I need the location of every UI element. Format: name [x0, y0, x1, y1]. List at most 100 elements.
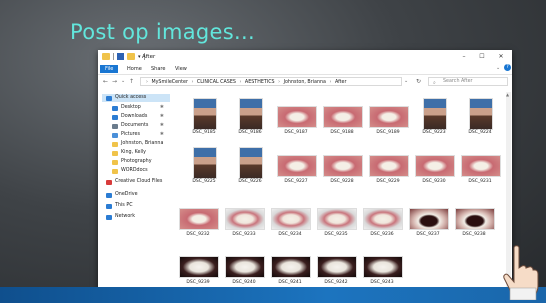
file-name: DSC_9224 [468, 130, 492, 135]
breadcrumb-item[interactable]: Johnston, Brianna [284, 80, 326, 85]
close-button[interactable]: ✕ [493, 53, 509, 60]
forward-button[interactable]: → [112, 78, 117, 85]
file-name: DSC_9241 [278, 280, 302, 285]
maximize-button[interactable]: ☐ [474, 53, 490, 60]
breadcrumb-item[interactable]: MySmileCenter [151, 80, 187, 85]
photo-thumbnail-image [369, 106, 409, 128]
file-name: DSC_9239 [186, 280, 210, 285]
sidebar-item[interactable]: WORDdocs [112, 167, 148, 175]
sidebar-item-label: Quick access [115, 95, 147, 100]
breadcrumb-item[interactable]: AESTHETICS [245, 80, 275, 85]
photo-thumbnail-image [363, 208, 403, 230]
sidebar-item[interactable]: King, Kelly [112, 149, 146, 157]
tab-file[interactable]: File [100, 65, 119, 73]
picture-icon [112, 132, 118, 138]
search-placeholder: Search After [443, 79, 473, 84]
tab-home[interactable]: Home [122, 65, 147, 73]
minimize-button[interactable]: – [456, 53, 472, 60]
file-name: DSC_9233 [232, 232, 256, 237]
pc-icon [106, 203, 112, 209]
file-list: DSC_9185 DSC_9186 DSC_9187 DSC_9188 DSC_9189… [174, 92, 506, 288]
file-name: DSC_9234 [278, 232, 302, 237]
chevron-right-icon: › [329, 80, 332, 85]
sidebar-item-label: Network [115, 214, 136, 219]
file-name: DSC_9243 [370, 280, 394, 285]
photo-thumbnail-image [323, 106, 363, 128]
search-input[interactable]: ⌕ Search After [428, 77, 508, 86]
sidebar-item-label: King, Kelly [121, 150, 146, 155]
address-row: ← → ⌄ ↑ › MySmileCenter › CLINICAL CASES… [98, 75, 512, 88]
file-name: DSC_9237 [416, 232, 440, 237]
folder-icon [102, 53, 110, 60]
new-folder-icon[interactable] [127, 53, 135, 60]
file-name: DSC_9231 [468, 179, 492, 184]
chevron-right-icon: › [146, 80, 148, 85]
sidebar-item[interactable]: Johnston, Brianna [112, 140, 163, 148]
ribbon-tabs: File Home Share View ⌄ ? [98, 64, 512, 75]
divider [113, 53, 114, 60]
sidebar-item[interactable]: Downloads ✱ [112, 113, 164, 121]
sidebar-item[interactable]: Quick access [102, 94, 170, 102]
sidebar-item[interactable]: OneDrive [106, 191, 138, 199]
folder-icon [112, 159, 118, 165]
pin-icon[interactable]: ✱ [160, 122, 164, 130]
pin-icon[interactable]: ✱ [160, 104, 164, 112]
sidebar-item[interactable]: Documents ✱ [112, 122, 164, 130]
up-button[interactable]: ↑ [129, 78, 134, 85]
address-bar[interactable]: › MySmileCenter › CLINICAL CASES › AESTH… [140, 77, 402, 86]
pin-icon[interactable]: ✱ [160, 131, 164, 139]
photo-thumbnail-image [369, 155, 409, 177]
expand-ribbon-icon[interactable]: ⌄ [496, 65, 500, 71]
file-name: DSC_9235 [324, 232, 348, 237]
photo-thumbnail-image [323, 155, 363, 177]
sidebar-item[interactable]: Photography [112, 158, 152, 166]
sidebar-item[interactable]: Creative Cloud Files [106, 178, 162, 186]
sidebar-item[interactable]: Network [106, 213, 135, 221]
star-icon [106, 95, 112, 101]
pin-icon[interactable]: ✱ [160, 113, 164, 121]
title-bar: ▾ After – ☐ ✕ [98, 50, 512, 64]
photo-thumbnail-image [277, 106, 317, 128]
photo-thumbnail-image [179, 256, 219, 278]
desktop-icon [112, 105, 118, 111]
sidebar-item-label: Photography [121, 159, 152, 164]
photo-thumbnail-image [363, 256, 403, 278]
file-name: DSC_9227 [284, 179, 308, 184]
refresh-button[interactable]: ↻ [416, 78, 421, 85]
help-icon[interactable]: ? [504, 64, 511, 71]
breadcrumb-item[interactable]: After [335, 80, 347, 85]
file-name: DSC_9223 [422, 130, 446, 135]
folder-icon [112, 168, 118, 174]
file-name: DSC_9229 [376, 179, 400, 184]
photo-thumbnail-image [461, 155, 501, 177]
back-button[interactable]: ← [103, 78, 108, 85]
scroll-up-icon[interactable]: ▲ [506, 92, 509, 97]
address-dropdown-icon[interactable]: ⌄ [404, 78, 408, 84]
window-title: After [142, 54, 156, 60]
file-name: DSC_9185 [192, 130, 216, 135]
tab-share[interactable]: Share [146, 65, 170, 73]
recent-locations-button[interactable]: ⌄ [121, 78, 125, 84]
breadcrumb-item[interactable]: CLINICAL CASES [197, 80, 236, 85]
photo-thumbnail-image [239, 98, 263, 130]
folder-icon [112, 150, 118, 156]
file-name: DSC_9238 [462, 232, 486, 237]
sidebar-item-label: This PC [115, 203, 133, 208]
slide-title: Post op images... [70, 20, 255, 44]
sidebar-item[interactable]: Pictures ✱ [112, 131, 164, 139]
file-name: DSC_9242 [324, 280, 348, 285]
breadcrumb: › MySmileCenter › CLINICAL CASES › AESTH… [144, 80, 346, 85]
sidebar-item[interactable]: Desktop ✱ [112, 104, 164, 112]
properties-icon[interactable] [117, 53, 124, 60]
sidebar-item[interactable]: This PC [106, 202, 133, 210]
sidebar-item-label: Pictures [121, 132, 140, 137]
tab-view[interactable]: View [170, 65, 192, 73]
sidebar-item-label: Desktop [121, 105, 141, 110]
file-name: DSC_9236 [370, 232, 394, 237]
photo-thumbnail-image [469, 98, 493, 130]
photo-thumbnail-image [317, 208, 357, 230]
download-icon [112, 114, 118, 120]
file-name: DSC_9232 [186, 232, 210, 237]
customize-toolbar-icon[interactable]: ▾ [138, 54, 141, 60]
photo-thumbnail-image [193, 98, 217, 130]
